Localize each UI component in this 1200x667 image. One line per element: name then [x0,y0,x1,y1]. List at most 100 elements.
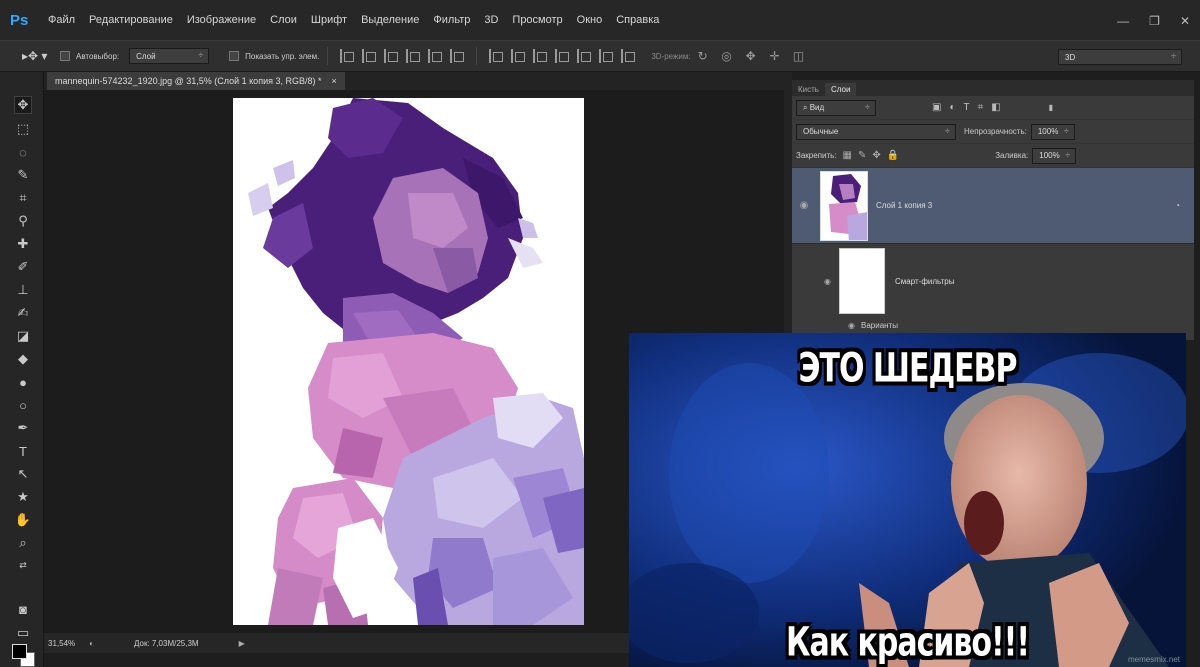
menu-type[interactable]: Шрифт [311,14,347,26]
variants-row[interactable]: ◉ Варианты [792,318,1194,332]
distribute-right-icon[interactable] [599,49,614,63]
move-tool-preset-icon[interactable]: ▸✥ ▾ [22,47,50,65]
crop-tool-icon[interactable]: ⌗ [14,189,32,207]
align-hcenter-icon[interactable] [428,49,443,63]
type-tool-icon[interactable]: T [14,442,32,460]
search-icon: ⌕ [803,102,810,112]
meme-top-caption: ЭТО ШЕДЕВР [798,344,1017,393]
pen-tool-icon[interactable]: ✒ [14,419,32,437]
3d-roll-icon[interactable]: ◎ [720,49,734,63]
auto-align-icon[interactable] [621,49,636,63]
zoom-level[interactable]: 31,54% [48,639,75,648]
minimize-button[interactable]: — [1117,14,1129,28]
align-vcenter-icon[interactable] [362,49,377,63]
autoselect-checkbox[interactable] [60,51,70,61]
menu-file[interactable]: Файл [48,14,75,26]
meme-watermark: memesmix.net [1127,655,1180,664]
distribute-bottom-icon[interactable] [533,49,548,63]
variants-label: Варианты [860,320,898,330]
lock-fill-row: Закрепить: ▦✎✥🔒 Заливка: 100% [792,144,1194,168]
smart-filters-label: Смарт-фильтры [894,276,955,286]
menu-filter[interactable]: Фильтр [433,14,470,26]
3d-rotate-icon[interactable]: ↻ [696,49,710,63]
align-left-icon[interactable] [406,49,421,63]
menu-select[interactable]: Выделение [361,14,419,26]
menu-image[interactable]: Изображение [187,14,256,26]
filter-type-icons[interactable]: ▣◐T⌗◧ [932,102,1009,113]
fill-label: Заливка: [995,151,1029,160]
layer-filter-kind: Вид [809,103,825,112]
3d-pan-icon[interactable]: ✥ [744,49,758,63]
show-transform-controls-checkbox[interactable] [229,51,240,61]
distribute-left-icon[interactable] [555,49,570,63]
layer-name[interactable]: Слой 1 копия 3 [876,201,932,210]
distribute-hcenter-icon[interactable] [577,49,592,63]
filter-toggle-icon[interactable]: ▮ [1049,103,1053,112]
history-brush-tool-icon[interactable]: ✍ [14,304,32,322]
marquee-tool-icon[interactable]: ⬚ [14,120,32,138]
restore-button[interactable]: ❐ [1149,14,1160,28]
lock-icons[interactable]: ▦✎✥🔒 [843,150,906,161]
status-info-icon[interactable]: ◐ [89,639,94,648]
divider [476,47,478,65]
menu-3d[interactable]: 3D [484,14,498,26]
autoselect-dropdown[interactable]: Слой [129,48,210,64]
healing-brush-tool-icon[interactable]: ✚ [14,235,32,253]
menu-help[interactable]: Справка [616,14,659,26]
layer-thumbnail-image [829,173,867,240]
variants-eye-icon[interactable]: ◉ [848,321,855,330]
panel-tabs: Кисть Слои [792,80,1194,96]
move-tool-icon[interactable]: ✥ [14,96,32,114]
align-bottom-icon[interactable] [384,49,399,63]
3d-scale-icon[interactable]: ◫ [792,49,806,63]
quick-select-tool-icon[interactable]: ✎ [14,166,32,184]
path-selection-tool-icon[interactable]: ↖ [14,465,32,483]
align-top-icon[interactable] [340,49,355,63]
quick-mask-icon[interactable]: ◙ [14,600,32,618]
foreground-color-swatch[interactable] [12,644,27,659]
shape-tool-icon[interactable]: ★ [14,488,32,506]
dodge-tool-icon[interactable]: ○ [14,396,32,414]
status-menu-arrow-icon[interactable]: ▶ [239,639,245,648]
layer-filter-dropdown[interactable]: ⌕ Вид [796,99,876,116]
menu-window[interactable]: Окно [577,14,603,26]
menu-edit[interactable]: Редактирование [89,14,173,26]
layer-row[interactable]: ◉ Слой 1 копия 3 ◔ [792,168,1194,244]
screen-mode-icon[interactable]: ▭ [14,624,32,642]
brush-tool-icon[interactable]: ✐ [14,258,32,276]
smart-filters-eye-icon[interactable]: ◉ [824,277,831,286]
opacity-input[interactable]: 100% [1030,123,1075,140]
workspace-dropdown[interactable]: 3D [1058,49,1182,65]
document-canvas[interactable] [233,98,584,625]
visibility-eye-icon[interactable]: ◉ [792,200,816,211]
distribute-vcenter-icon[interactable] [511,49,526,63]
smart-filters-row[interactable]: ◉ Смарт-фильтры [792,244,1194,318]
menu-view[interactable]: Просмотр [512,14,562,26]
document-tab[interactable]: mannequin-574232_1920.jpg @ 31,5% (Слой … [47,72,345,90]
fill-input[interactable]: 100% [1032,147,1077,164]
tab-layers[interactable]: Слои [824,83,857,96]
document-tab-title: mannequin-574232_1920.jpg @ 31,5% (Слой … [55,76,322,86]
3d-slide-icon[interactable]: ✛ [768,49,782,63]
swap-colors-icon[interactable]: ⇄ [14,556,32,574]
align-right-icon[interactable] [450,49,465,63]
eyedropper-tool-icon[interactable]: ⚲ [14,212,32,230]
eraser-tool-icon[interactable]: ◪ [14,327,32,345]
close-document-icon[interactable]: × [331,76,336,86]
blur-tool-icon[interactable]: ● [14,373,32,391]
clone-stamp-tool-icon[interactable]: ⊥ [14,281,32,299]
lock-label: Закрепить: [796,151,837,160]
hand-tool-icon[interactable]: ✋ [14,511,32,529]
zoom-tool-icon[interactable]: ⌕ [14,534,32,552]
paint-bucket-tool-icon[interactable]: ◆ [14,350,32,368]
smart-filter-mask-thumbnail [838,248,885,314]
lasso-tool-icon[interactable]: ◌ [14,143,32,161]
blend-mode-dropdown[interactable]: Обычные [796,123,956,140]
options-bar: ▸✥ ▾ Автовыбор: Слой Показать упр. элем.… [0,40,1200,72]
show-transform-controls-label: Показать упр. элем. [245,51,320,61]
layer-options-icon[interactable]: ◔ [1175,201,1180,210]
close-button[interactable]: ✕ [1180,14,1190,28]
menu-layers[interactable]: Слои [270,14,297,26]
distribute-top-icon[interactable] [489,49,504,63]
tab-brush[interactable]: Кисть [792,83,825,96]
